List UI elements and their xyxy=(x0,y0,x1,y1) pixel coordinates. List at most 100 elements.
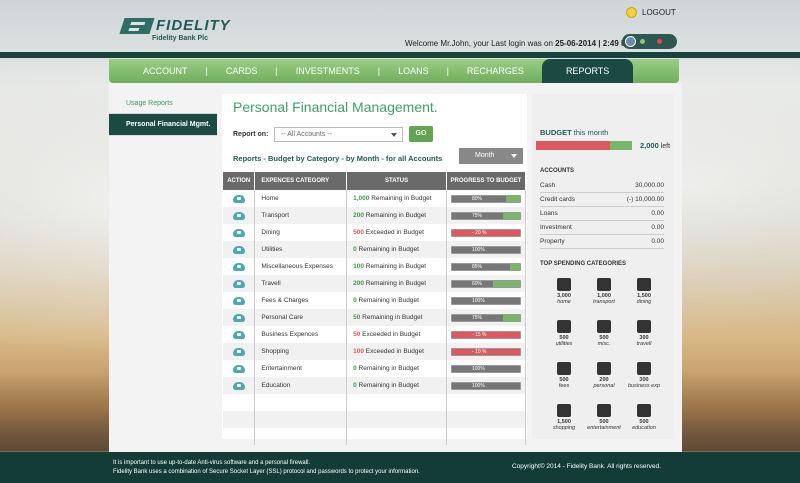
spending-category[interactable]: 200 personal xyxy=(584,360,624,400)
account-row: Property 0.00 xyxy=(540,235,664,249)
page-title: Personal Financial Management. xyxy=(233,99,438,115)
car-icon xyxy=(597,278,611,291)
cloud-icon[interactable] xyxy=(232,347,245,356)
spending-category[interactable]: 300 business exp xyxy=(624,360,664,400)
nav-reports[interactable]: REPORTS xyxy=(541,59,634,83)
progress-bar: 75% xyxy=(450,211,521,220)
progress-bar: 75% xyxy=(450,313,521,322)
utensils-icon xyxy=(637,278,651,291)
period-select[interactable]: Month xyxy=(459,148,523,164)
action-cell[interactable] xyxy=(223,258,256,275)
progress-fill: 100% xyxy=(451,297,520,304)
table-row: Shopping 100 Exceeded in Budget - 10 % xyxy=(223,343,527,360)
logo-subtitle: Fidelity Bank Plc xyxy=(152,35,209,42)
fidelity-logo[interactable]: FIDELITY Fidelity Bank Plc xyxy=(119,18,231,42)
plane-icon xyxy=(637,320,651,333)
cloud-icon[interactable] xyxy=(232,262,245,271)
bag-icon xyxy=(557,404,571,417)
table-row: Personal Care 50 Remaining in Budget 75% xyxy=(223,309,527,326)
spending-category[interactable]: 500 education xyxy=(624,402,664,442)
spending-category[interactable]: 1,500 dining xyxy=(624,276,664,316)
progress-fill: 75% xyxy=(451,314,503,321)
logout-button[interactable]: LOGOUT xyxy=(626,7,676,18)
cloud-icon[interactable] xyxy=(232,245,245,254)
th-status: STATUS xyxy=(346,172,447,190)
nav-recharges[interactable]: RECHARGES xyxy=(449,59,542,83)
action-cell[interactable] xyxy=(223,326,256,343)
spending-category[interactable]: 500 misc. xyxy=(584,318,624,358)
spending-category[interactable]: 1,500 shopping xyxy=(544,402,584,442)
action-cell[interactable] xyxy=(223,241,256,258)
table-row: Fees & Charges 0 Remaining in Budget 100% xyxy=(223,292,527,309)
progress-bar: 100% xyxy=(450,381,521,390)
cloud-icon[interactable] xyxy=(232,296,245,305)
cloud-icon[interactable] xyxy=(232,364,245,373)
cloud-icon[interactable] xyxy=(232,313,245,322)
nav-cards[interactable]: CARDS xyxy=(208,59,276,83)
cloud-icon[interactable] xyxy=(232,279,245,288)
category-cell: Entertainment xyxy=(254,360,348,377)
bottle-icon xyxy=(597,362,611,375)
progress-bar: 60% xyxy=(450,279,521,288)
action-cell[interactable] xyxy=(223,292,256,309)
report-on-label: Report on: xyxy=(233,131,269,138)
action-cell[interactable] xyxy=(223,377,256,394)
cloud-icon[interactable] xyxy=(232,211,245,220)
cloud-icon[interactable] xyxy=(232,330,245,339)
account-row: Cash 30,000.00 xyxy=(540,179,664,193)
nav-loans[interactable]: LOANS xyxy=(380,59,447,83)
empty-row xyxy=(223,394,527,411)
progress-fill: 100% xyxy=(451,382,520,389)
cloud-icon[interactable] xyxy=(232,228,245,237)
account-select[interactable]: -- All Accounts -- xyxy=(274,127,403,142)
spending-category[interactable]: 500 fees xyxy=(544,360,584,400)
notification-icon[interactable] xyxy=(657,39,662,44)
spending-category[interactable]: 3,000 home xyxy=(544,276,584,316)
action-cell[interactable] xyxy=(223,343,256,360)
nav-investments[interactable]: INVESTMENTS xyxy=(278,59,378,83)
progress-bar: 85% xyxy=(450,262,521,271)
nav-account[interactable]: ACCOUNT xyxy=(109,59,206,83)
table-row: Entertainment 0 Remaining in Budget 100% xyxy=(223,360,527,377)
category-cell: Dining xyxy=(254,224,348,241)
progress-cell: 100% xyxy=(446,360,527,377)
graduation-icon xyxy=(637,404,651,417)
action-cell[interactable] xyxy=(223,224,256,241)
avatar[interactable] xyxy=(625,36,636,47)
progress-fill: - 20 % xyxy=(451,229,520,236)
status-cell: 50 Exceeded in Budget xyxy=(346,326,447,343)
progress-cell: 100% xyxy=(446,377,527,394)
progress-cell: 75% xyxy=(446,207,527,224)
cloud-icon[interactable] xyxy=(232,381,245,390)
empty-row xyxy=(223,411,527,428)
settings-icon[interactable] xyxy=(640,39,645,44)
printer-icon xyxy=(637,362,651,375)
action-cell[interactable] xyxy=(223,190,256,207)
sidebar-item-usage-reports[interactable]: Usage Reports xyxy=(109,94,217,114)
category-cell: Personal Care xyxy=(254,309,348,326)
status-cell: 200 Remaining in Budget xyxy=(346,207,447,224)
category-cell: Shopping xyxy=(254,343,348,360)
category-cell: Education xyxy=(254,377,348,394)
account-row: Loans 0.00 xyxy=(540,207,664,221)
action-cell[interactable] xyxy=(223,309,256,326)
status-cell: 500 Exceeded in Budget xyxy=(346,224,447,241)
action-cell[interactable] xyxy=(223,207,256,224)
spending-category[interactable]: 300 travell xyxy=(624,318,664,358)
spending-category[interactable]: 500 utilities xyxy=(544,318,584,358)
spending-category[interactable]: 500 entertainment xyxy=(584,402,624,442)
action-cell[interactable] xyxy=(223,275,256,292)
user-tools[interactable] xyxy=(622,34,677,49)
category-cell: Home xyxy=(254,190,348,207)
spending-category[interactable]: 1,000 transport xyxy=(584,276,624,316)
sidebar-item-pfm[interactable]: Personal Financial Mgmt. xyxy=(109,114,217,136)
cloud-icon[interactable] xyxy=(232,194,245,203)
go-button[interactable]: GO xyxy=(409,126,433,142)
progress-fill: - 15 % xyxy=(451,331,520,338)
table-row: Travell 200 Remaining in Budget 60% xyxy=(223,275,527,292)
status-cell: 0 Remaining in Budget xyxy=(346,292,447,309)
status-cell: 0 Remaining in Budget xyxy=(346,241,447,258)
table-row: Education 0 Remaining in Budget 100% xyxy=(223,377,527,394)
account-row: Credit cards (-) 10,000.00 xyxy=(540,193,664,207)
action-cell[interactable] xyxy=(223,360,256,377)
